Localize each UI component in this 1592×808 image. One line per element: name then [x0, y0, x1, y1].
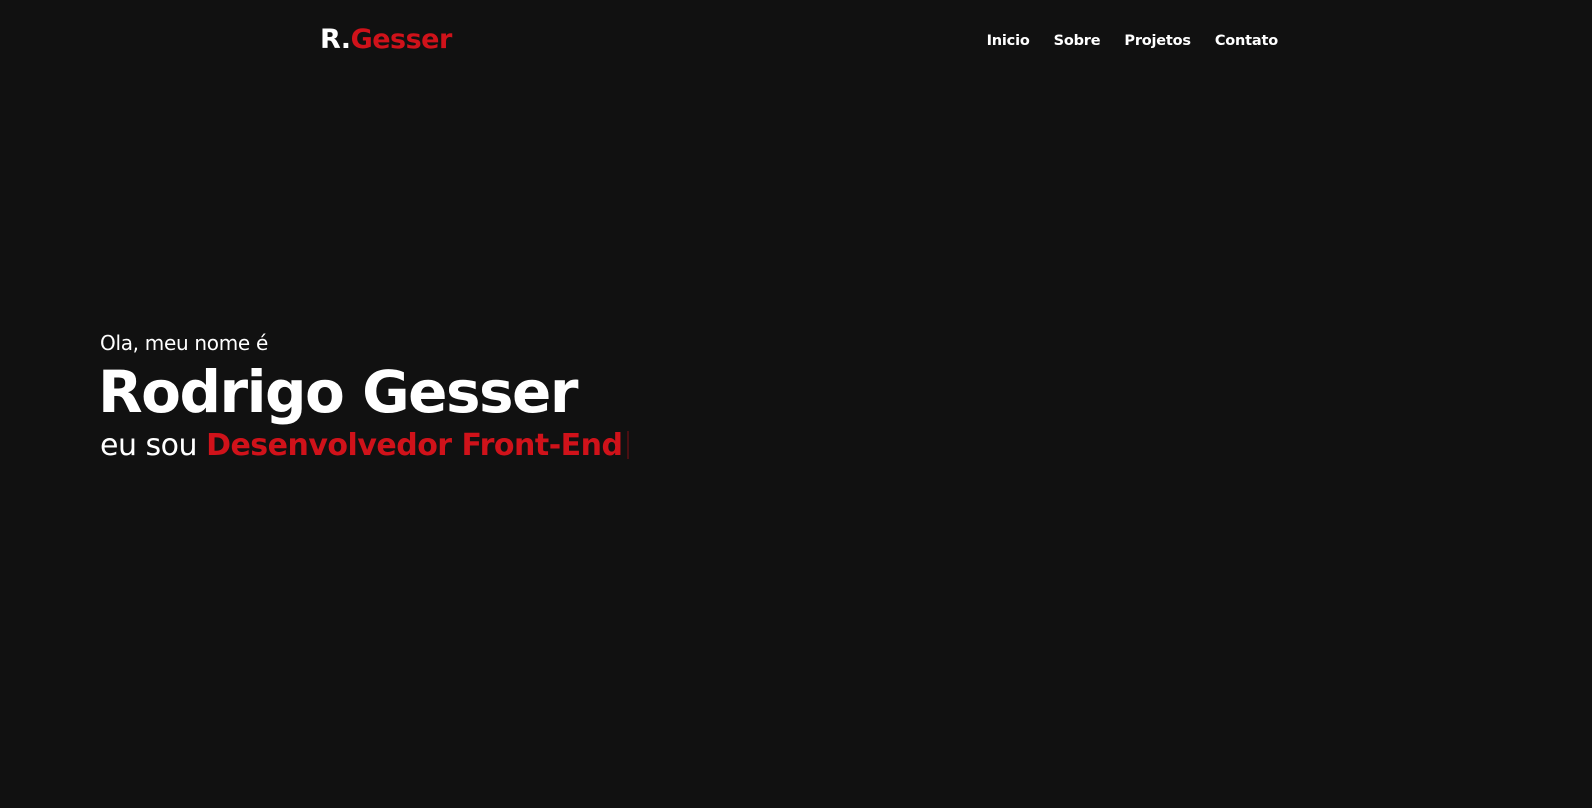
nav-link-contato[interactable]: Contato — [1215, 33, 1278, 49]
nav-item: Projetos — [1124, 30, 1191, 52]
nav-link-sobre[interactable]: Sobre — [1054, 33, 1101, 49]
nav-item: Inicio — [987, 30, 1030, 52]
hero-name: Rodrigo Gesser — [98, 358, 579, 426]
logo-prefix: R. — [320, 24, 351, 55]
nav-menu: Inicio Sobre Projetos Contato — [987, 30, 1279, 52]
nav-item: Sobre — [1054, 30, 1101, 52]
nav-item: Contato — [1215, 30, 1278, 52]
hero-greeting: Ola, meu nome é — [100, 331, 268, 355]
page: R.Gesser Inicio Sobre Projetos Contato O… — [0, 0, 1592, 808]
nav-link-inicio[interactable]: Inicio — [987, 33, 1030, 49]
logo-accent: Gesser — [350, 24, 453, 55]
nav-link-projetos[interactable]: Projetos — [1124, 33, 1191, 49]
hero-section: Ola, meu nome é Rodrigo Gesser eu sou De… — [98, 328, 1000, 466]
hero-role-prefix: eu sou — [100, 428, 198, 463]
hero-role-highlight: Desenvolvedor Front-End — [206, 428, 623, 463]
typing-cursor — [626, 431, 629, 459]
navbar: R.Gesser Inicio Sobre Projetos Contato — [0, 0, 1592, 82]
hero-role: eu sou Desenvolvedor Front-End — [100, 426, 1000, 466]
site-logo[interactable]: R.Gesser — [320, 22, 452, 58]
